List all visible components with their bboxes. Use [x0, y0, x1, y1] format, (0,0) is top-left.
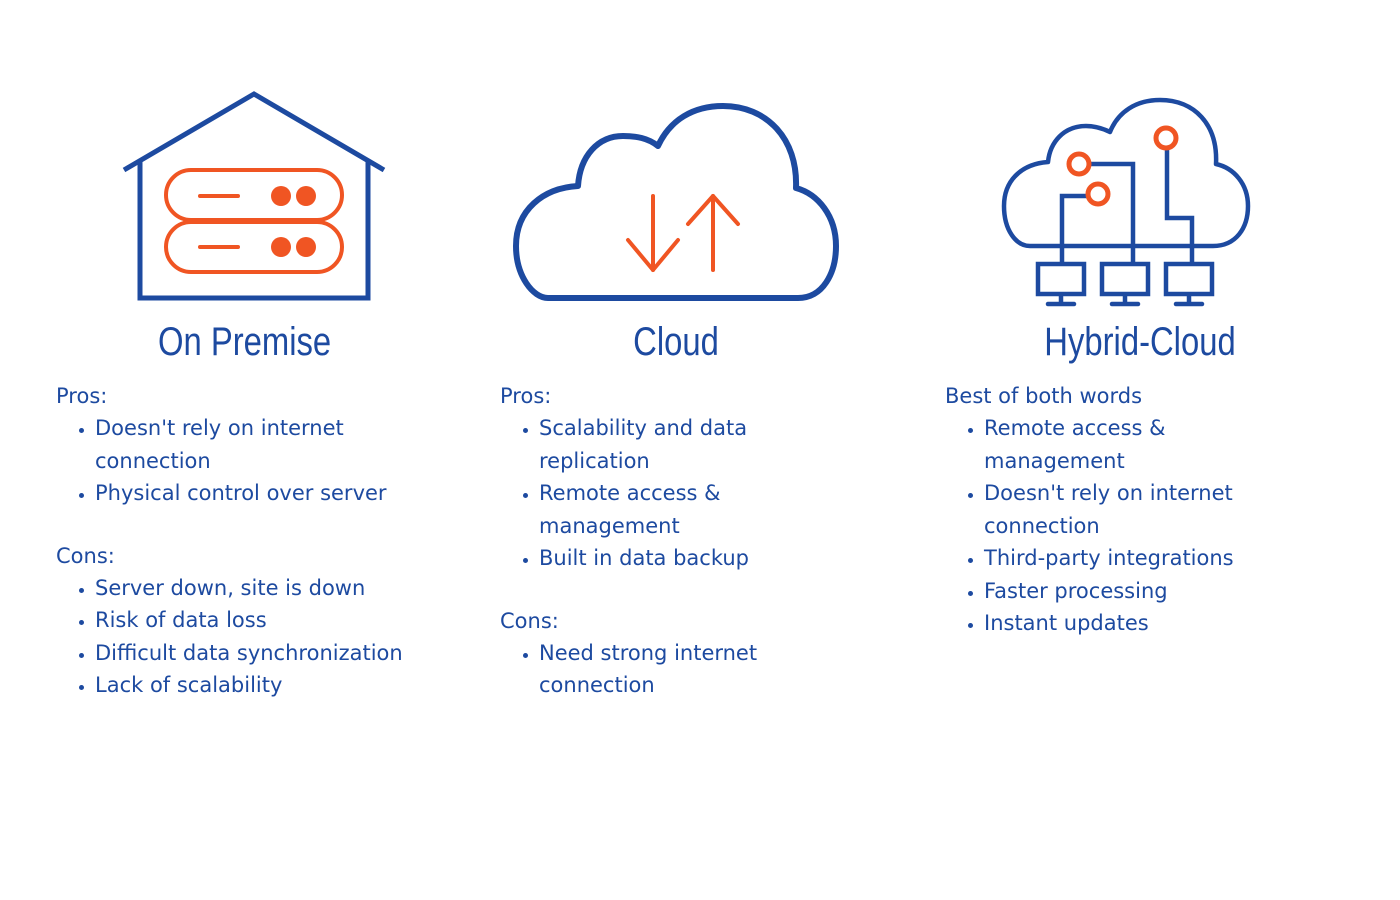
list-item: Remote access & management: [539, 477, 789, 542]
cons-label: Cons:: [500, 608, 559, 633]
benefits-list: Remote access & management Doesn't rely …: [945, 412, 1305, 640]
list-item: Risk of data loss: [95, 604, 456, 637]
pros-list: Scalability and data replication Remote …: [500, 412, 900, 575]
list-item: Built in data backup: [539, 542, 900, 575]
cons-list: Need strong internet connection: [500, 637, 900, 702]
pros-list: Doesn't rely on internet connection Phys…: [56, 412, 456, 510]
section-label: Best of both words: [945, 384, 1143, 408]
list-item: Need strong internet connection: [539, 637, 799, 702]
list-item: Instant updates: [984, 607, 1305, 640]
column-title: Cloud: [633, 320, 719, 364]
cons-label: Cons:: [56, 543, 115, 568]
list-item: Scalability and data replication: [539, 412, 789, 477]
list-item: Difficult data synchronization: [95, 637, 456, 670]
hybrid-cloud-network-icon: [1001, 97, 1251, 307]
list-item: Doesn't rely on internet connection: [95, 412, 395, 477]
column-title: On Premise: [158, 320, 332, 364]
column-title: Hybrid-Cloud: [1044, 320, 1236, 364]
cons-list: Server down, site is down Risk of data l…: [56, 572, 456, 702]
list-item: Lack of scalability: [95, 669, 456, 702]
list-item: Faster processing: [984, 575, 1305, 608]
cloud-transfer-icon: [513, 103, 839, 301]
pros-label: Pros:: [500, 384, 552, 408]
list-item: Third-party integrations: [984, 542, 1305, 575]
list-item: Physical control over server: [95, 477, 456, 510]
pros-label: Pros:: [56, 384, 108, 408]
list-item: Server down, site is down: [95, 572, 456, 605]
list-item: Remote access & management: [984, 412, 1224, 477]
list-item: Doesn't rely on internet connection: [984, 477, 1284, 542]
house-server-icon: [122, 91, 386, 301]
